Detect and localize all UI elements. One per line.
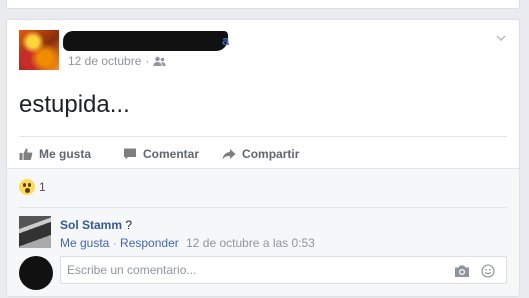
friends-audience-icon[interactable] [153,56,166,67]
speech-bubble-icon [124,148,137,160]
commenter-avatar[interactable] [19,216,51,248]
action-bar: Me gusta Comentar Compartir [19,136,507,171]
post-meta: 12 de octubre · [68,54,166,68]
post-text: estupida... [19,91,130,118]
comment-input-placeholder: Escribe un comentario... [67,263,197,277]
author-name-suffix[interactable]: a [222,33,229,49]
link-separator: · [109,236,121,250]
wow-reaction-icon [19,179,35,195]
previous-post-card [6,0,520,9]
like-button[interactable]: Me gusta [19,147,91,161]
current-user-avatar [19,256,53,290]
meta-separator: · [145,54,150,68]
share-arrow-icon [222,149,236,160]
comment-body: Sol Stamm ? Me gusta · Responder 12 de o… [60,217,315,251]
comments-section: 1 Sol Stamm ? Me gusta · Responder 12 de… [7,168,519,296]
post-date[interactable]: 12 de octubre [68,54,141,68]
emoji-icon[interactable] [480,264,496,278]
comment-actions: Me gusta · Responder 12 de octubre a las… [60,235,315,251]
divider [19,207,507,208]
share-button[interactable]: Compartir [222,147,299,161]
comment-input[interactable]: Escribe un comentario... [60,256,507,284]
thumbs-up-icon [19,148,33,160]
comment-button[interactable]: Comentar [123,147,199,161]
like-label: Me gusta [39,147,92,161]
reaction-count: 1 [39,180,46,194]
author-name-redaction [63,31,228,51]
reactions-summary[interactable]: 1 [19,179,46,195]
comment-label: Comentar [143,147,200,161]
chevron-down-icon[interactable] [495,32,507,44]
post-card: a 12 de octubre · estupida... Me gusta C… [6,19,520,297]
commenter-name[interactable]: Sol Stamm [60,218,122,232]
comment-reply-link[interactable]: Responder [120,236,179,250]
author-avatar[interactable] [19,30,59,70]
camera-icon[interactable] [454,264,470,278]
comment-text: ? [125,218,133,232]
comment-timestamp[interactable]: 12 de octubre a las 0:53 [186,236,315,250]
share-label: Compartir [242,147,300,161]
comment-like-link[interactable]: Me gusta [60,236,109,250]
comment-composer: Escribe un comentario... [19,256,507,290]
